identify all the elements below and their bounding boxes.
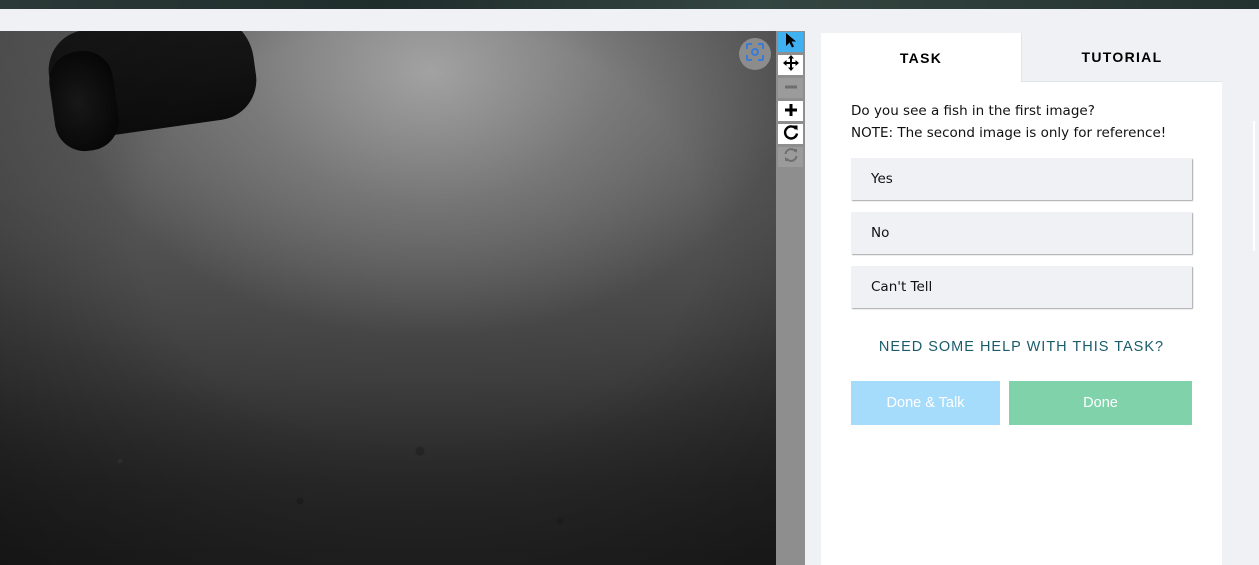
image-vignette bbox=[0, 31, 776, 565]
task-panel: TASK TUTORIAL Do you see a fish in the f… bbox=[821, 33, 1222, 565]
reset-button[interactable] bbox=[778, 147, 803, 167]
move-tool-button[interactable] bbox=[778, 55, 803, 75]
help-link[interactable]: NEED SOME HELP WITH THIS TASK? bbox=[851, 339, 1192, 355]
done-button[interactable]: Done bbox=[1009, 381, 1192, 425]
tab-tutorial[interactable]: TUTORIAL bbox=[1021, 33, 1222, 82]
answer-label: Yes bbox=[871, 171, 893, 187]
right-edge-divider bbox=[1253, 121, 1255, 251]
task-tabs: TASK TUTORIAL bbox=[821, 33, 1222, 82]
answer-label: Can't Tell bbox=[871, 279, 933, 295]
pointer-tool-button[interactable] bbox=[778, 32, 803, 52]
plus-icon bbox=[784, 102, 798, 121]
zoom-in-button[interactable] bbox=[778, 101, 803, 121]
task-question: Do you see a fish in the first image? NO… bbox=[851, 100, 1201, 144]
question-note: NOTE: The second image is only for refer… bbox=[851, 125, 1167, 141]
done-and-talk-button[interactable]: Done & Talk bbox=[851, 381, 1000, 425]
recenter-icon bbox=[745, 42, 765, 66]
rotate-icon bbox=[783, 124, 799, 144]
subject-image-viewer[interactable] bbox=[0, 31, 776, 565]
question-text: Do you see a fish in the first image? bbox=[851, 103, 1095, 119]
refresh-icon bbox=[783, 147, 799, 167]
answer-no[interactable]: No bbox=[851, 212, 1192, 254]
minus-icon bbox=[784, 79, 798, 98]
recenter-button[interactable] bbox=[739, 38, 771, 70]
zoom-out-button[interactable] bbox=[778, 78, 803, 98]
tab-task[interactable]: TASK bbox=[821, 33, 1021, 82]
top-background-strip bbox=[0, 0, 1259, 9]
pointer-icon bbox=[784, 32, 798, 52]
answer-yes[interactable]: Yes bbox=[851, 158, 1192, 200]
answer-label: No bbox=[871, 225, 890, 241]
rotate-button[interactable] bbox=[778, 124, 803, 144]
move-icon bbox=[782, 55, 799, 75]
answer-cant-tell[interactable]: Can't Tell bbox=[851, 266, 1192, 308]
image-toolbar bbox=[776, 31, 805, 565]
